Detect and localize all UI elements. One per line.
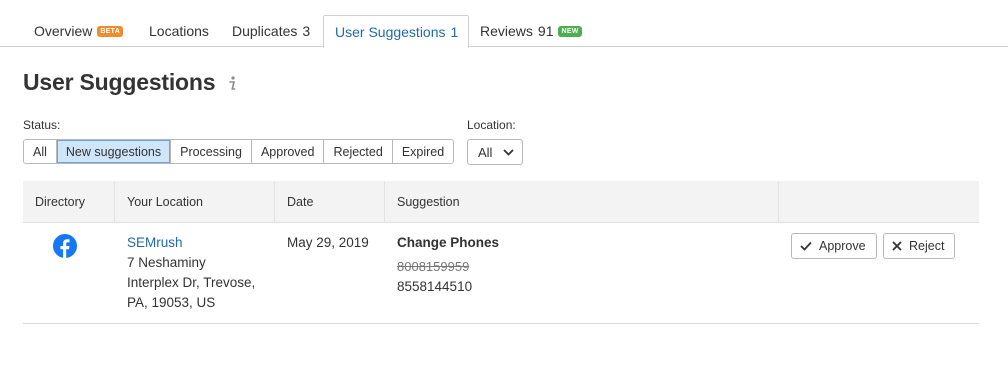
status-option-all[interactable]: All <box>24 140 57 163</box>
column-header-directory: Directory <box>35 195 86 209</box>
column-header-date: Date <box>274 181 385 223</box>
status-option-expired[interactable]: Expired <box>392 140 454 163</box>
info-icon[interactable] <box>226 74 238 92</box>
location-select[interactable]: All <box>467 139 523 165</box>
beta-badge: BETA <box>97 25 124 37</box>
tab-reviews[interactable]: Reviews 91 NEW <box>469 15 593 47</box>
tab-label: Reviews <box>480 23 533 39</box>
location-select-value: All <box>478 144 493 160</box>
address-line: 7 Neshaminy <box>127 255 206 270</box>
status-option-processing[interactable]: Processing <box>171 140 252 163</box>
tab-count: 1 <box>450 23 459 40</box>
facebook-icon <box>53 234 77 258</box>
tab-label: Duplicates <box>232 23 298 39</box>
page-title: User Suggestions <box>23 69 216 95</box>
tab-count: 91 <box>537 23 554 39</box>
tab-user-suggestions[interactable]: User Suggestions 1 <box>323 15 469 48</box>
column-header-suggestion: Suggestion <box>384 181 779 223</box>
tab-count: 3 <box>302 23 311 39</box>
tab-label: Locations <box>149 23 209 39</box>
status-filter: All New suggestions Processing Approved … <box>23 139 455 164</box>
reject-button-label: Reject <box>909 239 945 253</box>
old-phone-value: 8008159959 <box>397 259 470 274</box>
reject-button[interactable]: Reject <box>883 233 956 259</box>
table-row: SEMrush 7 Neshaminy Interplex Dr, Trevos… <box>23 223 979 324</box>
approve-button[interactable]: Approve <box>791 233 877 259</box>
status-option-approved[interactable]: Approved <box>251 140 325 163</box>
status-option-new-suggestions[interactable]: New suggestions <box>56 140 172 163</box>
location-name-link[interactable]: SEMrush <box>127 233 183 253</box>
tab-label: Overview <box>34 23 93 39</box>
status-option-rejected[interactable]: Rejected <box>324 140 393 163</box>
checkmark-icon <box>800 241 812 251</box>
table-header: Directory Your Location Date Suggestion <box>23 181 979 223</box>
location-label: Location: <box>467 118 516 132</box>
approve-button-label: Approve <box>819 239 866 253</box>
suggestion-title: Change Phones <box>397 235 500 250</box>
address-line: PA, 19053, US <box>127 295 216 310</box>
new-phone-value: 8558144510 <box>397 279 473 294</box>
status-label: Status: <box>23 118 61 132</box>
tab-label: User Suggestions <box>335 23 446 40</box>
close-icon <box>892 241 902 251</box>
tab-bar: Overview BETA Locations Duplicates 3 Use… <box>0 0 1008 48</box>
address-line: Interplex Dr, Trevose, <box>127 275 256 290</box>
tab-overview[interactable]: Overview BETA <box>23 15 134 47</box>
new-badge: NEW <box>558 25 582 37</box>
tab-locations[interactable]: Locations <box>138 15 220 47</box>
suggestion-date: May 29, 2019 <box>287 235 369 250</box>
tab-duplicates[interactable]: Duplicates 3 <box>221 15 321 47</box>
column-header-actions <box>778 181 979 223</box>
column-header-your-location: Your Location <box>114 181 275 223</box>
chevron-down-icon <box>503 149 514 156</box>
